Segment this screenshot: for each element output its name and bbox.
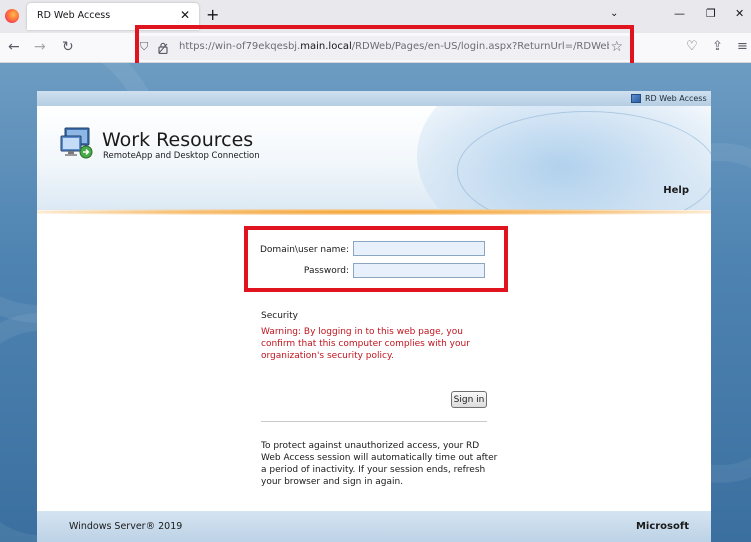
microsoft-logo-text: Microsoft [635, 521, 689, 532]
rd-web-access-icon [631, 94, 641, 103]
window-minimize-icon[interactable]: — [674, 7, 685, 20]
pocket-icon[interactable]: ♡ [686, 39, 698, 54]
page-header: Work Resources RemoteApp and Desktop Con… [37, 106, 711, 210]
tab-title: RD Web Access [37, 10, 111, 21]
window-close-icon[interactable]: ✕ [735, 7, 744, 20]
page-title: Work Resources [102, 129, 254, 151]
firefox-icon [5, 9, 19, 23]
header-accent-rule [37, 209, 711, 215]
page-subtitle: RemoteApp and Desktop Connection [103, 151, 260, 161]
list-all-tabs-icon[interactable]: ⌄ [610, 8, 618, 19]
login-form-highlight-box [244, 226, 508, 292]
new-tab-icon[interactable]: + [206, 5, 219, 24]
sign-in-button[interactable]: Sign in [451, 391, 487, 408]
windows-server-logo-text: Windows Server® 2019 [69, 521, 183, 532]
back-icon[interactable]: ← [8, 39, 20, 55]
rd-web-access-badge: RD Web Access [645, 94, 707, 103]
forward-icon[interactable]: → [34, 39, 46, 55]
page-footer: Windows Server® 2019 Microsoft [37, 511, 711, 542]
reload-icon[interactable]: ↻ [62, 39, 74, 55]
help-link[interactable]: Help [663, 185, 689, 196]
rd-web-access-card: RD Web Access Work Resources RemoteApp a… [37, 91, 711, 542]
tab-close-icon[interactable]: ✕ [180, 8, 190, 22]
app-menu-icon[interactable]: ≡ [737, 39, 748, 54]
card-top-bar: RD Web Access [37, 91, 711, 106]
window-maximize-icon[interactable]: ❐ [706, 7, 716, 20]
security-heading: Security [261, 311, 298, 321]
form-divider [261, 421, 487, 422]
session-timeout-notice: To protect against unauthorized access, … [261, 441, 498, 487]
remote-desktop-icon [60, 127, 93, 159]
security-warning-text: Warning: By logging in to this web page,… [261, 327, 470, 361]
extensions-icon[interactable]: ⇪ [712, 39, 723, 54]
